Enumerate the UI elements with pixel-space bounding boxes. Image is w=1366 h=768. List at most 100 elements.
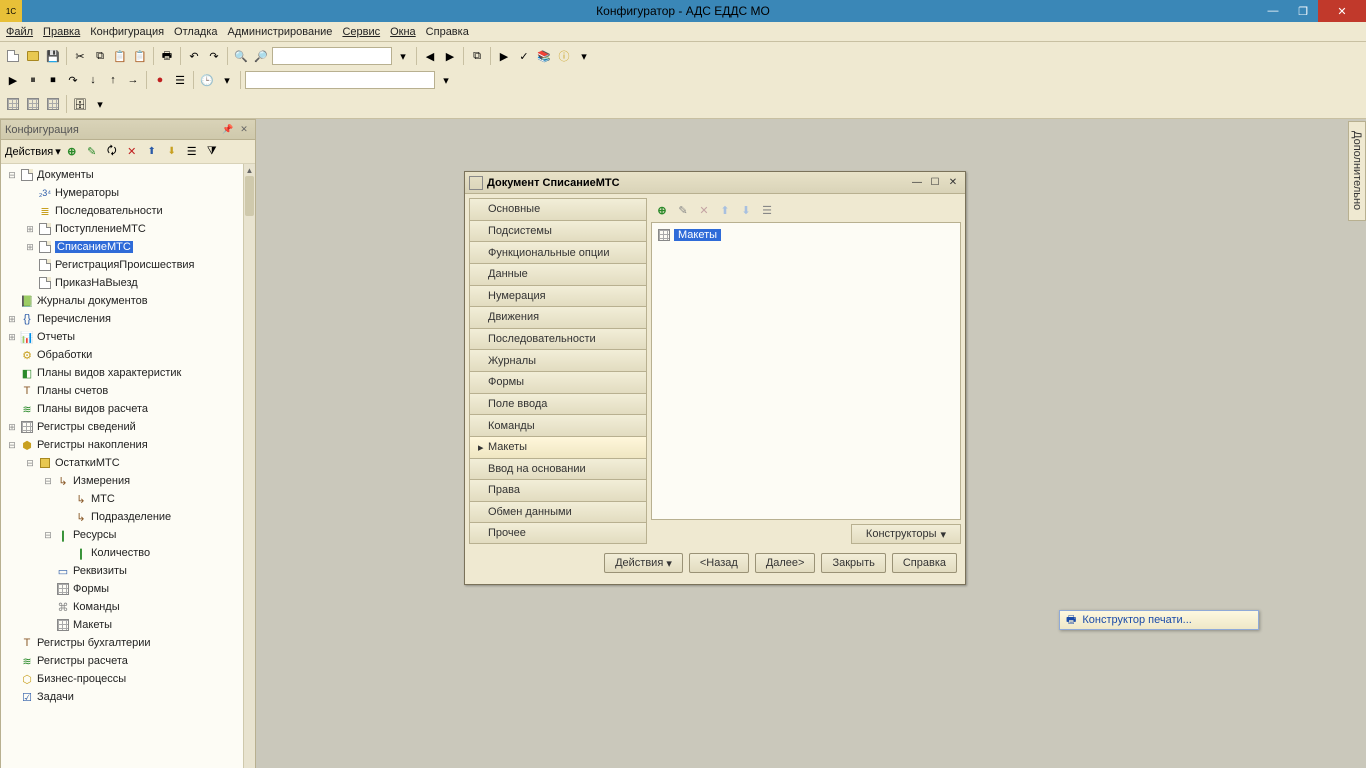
tree-node[interactable]: ⊞СписаниеМТС	[1, 238, 255, 256]
expand-icon[interactable]: ⊞	[5, 314, 19, 325]
run-icon[interactable]: ▶	[495, 47, 513, 65]
docwin-max-icon[interactable]: ☐	[927, 176, 943, 190]
help-button[interactable]: Справка	[892, 553, 957, 573]
tree-node[interactable]: ≋Регистры расчета	[1, 652, 255, 670]
additional-tab[interactable]: Дополнительно	[1348, 121, 1366, 221]
filter-icon[interactable]: ⧩	[203, 143, 221, 161]
tree-node[interactable]: ⊟↳Измерения	[1, 472, 255, 490]
docwin-tab[interactable]: Нумерация	[469, 285, 647, 307]
tree-node[interactable]: ❙Количество	[1, 544, 255, 562]
copy-icon[interactable]: ⧉	[91, 47, 109, 65]
templates-list[interactable]: Макеты	[651, 222, 961, 520]
config-tree[interactable]: ⊟Документы₂3⁴Нумераторы≣Последовательнос…	[1, 164, 255, 768]
list-up-icon[interactable]: ⬆	[716, 201, 734, 219]
find-icon[interactable]: 🔍	[232, 47, 250, 65]
expand-icon[interactable]: ⊞	[5, 332, 19, 343]
save-icon[interactable]: 💾	[44, 47, 62, 65]
docwin-tab[interactable]: Подсистемы	[469, 220, 647, 242]
cut-icon[interactable]: ✂	[71, 47, 89, 65]
debug-out-icon[interactable]: ↑	[104, 71, 122, 89]
tree-node[interactable]: ⊞{}Перечисления	[1, 310, 255, 328]
menu-configuration[interactable]: Конфигурация	[90, 26, 164, 38]
tree-node[interactable]: ⊟Документы	[1, 166, 255, 184]
tree-node[interactable]: РегистрацияПроисшествия	[1, 256, 255, 274]
list-icon[interactable]: ☰	[183, 143, 201, 161]
list-item[interactable]: Макеты	[656, 227, 956, 243]
tree-node[interactable]: ⬡Бизнес-процессы	[1, 670, 255, 688]
docwin-tab[interactable]: Прочее	[469, 522, 647, 544]
docwin-tab[interactable]: Основные	[469, 198, 647, 220]
bp-list-icon[interactable]: ☰	[171, 71, 189, 89]
tree-node[interactable]: ◧Планы видов характеристик	[1, 364, 255, 382]
menu-debug[interactable]: Отладка	[174, 26, 217, 38]
menu-edit[interactable]: Правка	[43, 26, 80, 38]
expand-icon[interactable]: ⊟	[23, 458, 37, 469]
debug-play-icon[interactable]: ▶	[4, 71, 22, 89]
panel-pin-icon[interactable]: 📌	[221, 123, 235, 137]
debug-input[interactable]	[245, 71, 435, 89]
panel-close-icon[interactable]: ✕	[237, 123, 251, 137]
minimize-button[interactable]: —	[1258, 0, 1288, 22]
close-button[interactable]: Закрыть	[821, 553, 885, 573]
list-down-icon[interactable]: ⬇	[737, 201, 755, 219]
tree-node[interactable]: ↳Подразделение	[1, 508, 255, 526]
tree-node[interactable]: ₂3⁴Нумераторы	[1, 184, 255, 202]
menu-help[interactable]: Справка	[426, 26, 469, 38]
find2-icon[interactable]: 🔎	[252, 47, 270, 65]
list-del-icon[interactable]: ✕	[695, 201, 713, 219]
constructor-popup[interactable]: 🖶 Конструктор печати...	[1059, 610, 1259, 630]
debug-cursor-icon[interactable]: →	[124, 71, 142, 89]
tb3-1-icon[interactable]	[4, 95, 22, 113]
help-dd-icon[interactable]: ▾	[575, 47, 593, 65]
tree-node[interactable]: ⊞Регистры сведений	[1, 418, 255, 436]
expand-icon[interactable]: ⊞	[23, 242, 37, 253]
tree-node[interactable]: ⌘Команды	[1, 598, 255, 616]
tb3-5-icon[interactable]: ▾	[91, 95, 109, 113]
open-icon[interactable]	[24, 47, 42, 65]
tree-node[interactable]: ⊟❙Ресурсы	[1, 526, 255, 544]
tree-node[interactable]: ☑Задачи	[1, 688, 255, 706]
tree-node[interactable]: ≣Последовательности	[1, 202, 255, 220]
debug-step-icon[interactable]: ↷	[64, 71, 82, 89]
expand-icon[interactable]: ⊟	[5, 440, 19, 451]
tb3-3-icon[interactable]	[44, 95, 62, 113]
docwin-tab[interactable]: Формы	[469, 371, 647, 393]
tb3-2-icon[interactable]	[24, 95, 42, 113]
docwin-tab[interactable]: Последовательности	[469, 328, 647, 350]
down-icon[interactable]: ⬇	[163, 143, 181, 161]
windows-icon[interactable]: ⧉	[468, 47, 486, 65]
debug-into-icon[interactable]: ↓	[84, 71, 102, 89]
redo-icon[interactable]: ↷	[205, 47, 223, 65]
breakpoint-icon[interactable]: ●	[151, 71, 169, 89]
delete-icon[interactable]: ✕	[123, 143, 141, 161]
up-icon[interactable]: ⬆	[143, 143, 161, 161]
tb3-4-icon[interactable]: 🗄	[71, 95, 89, 113]
docwin-tab[interactable]: Функциональные опции	[469, 241, 647, 263]
clock-icon[interactable]: 🕒	[198, 71, 216, 89]
menu-file[interactable]: Файл	[6, 26, 33, 38]
list-add-icon[interactable]: ⊕	[653, 201, 671, 219]
tree-node[interactable]: ⊞📊Отчеты	[1, 328, 255, 346]
search-dd-icon[interactable]: ▾	[394, 47, 412, 65]
docwin-min-icon[interactable]: —	[909, 176, 925, 190]
paste-icon[interactable]: 📋	[111, 47, 129, 65]
tree-node[interactable]: ⊞ПоступлениеМТС	[1, 220, 255, 238]
edit-icon[interactable]: ✎	[83, 143, 101, 161]
tree-node[interactable]: TРегистры бухгалтерии	[1, 634, 255, 652]
search-input[interactable]	[272, 47, 392, 65]
docwin-tab[interactable]: Обмен данными	[469, 501, 647, 523]
docwin-tab[interactable]: Поле ввода	[469, 393, 647, 415]
maximize-button[interactable]: ❐	[1288, 0, 1318, 22]
add-icon[interactable]: ⊕	[63, 143, 81, 161]
tree-node[interactable]: TПланы счетов	[1, 382, 255, 400]
tree-node[interactable]: ↳МТС	[1, 490, 255, 508]
docwin-tab[interactable]: Права	[469, 479, 647, 501]
tree-node[interactable]: 📗Журналы документов	[1, 292, 255, 310]
debug-stop-icon[interactable]: ⏹	[44, 71, 62, 89]
tree-scrollbar[interactable]: ▲ ▼	[243, 164, 255, 768]
back-button[interactable]: <Назад	[689, 553, 749, 573]
docwin-titlebar[interactable]: Документ СписаниеМТС — ☐ ✕	[465, 172, 965, 194]
expand-icon[interactable]: ⊟	[41, 476, 55, 487]
books-icon[interactable]: 📚	[535, 47, 553, 65]
constructors-button[interactable]: Конструкторы▾	[851, 524, 961, 544]
